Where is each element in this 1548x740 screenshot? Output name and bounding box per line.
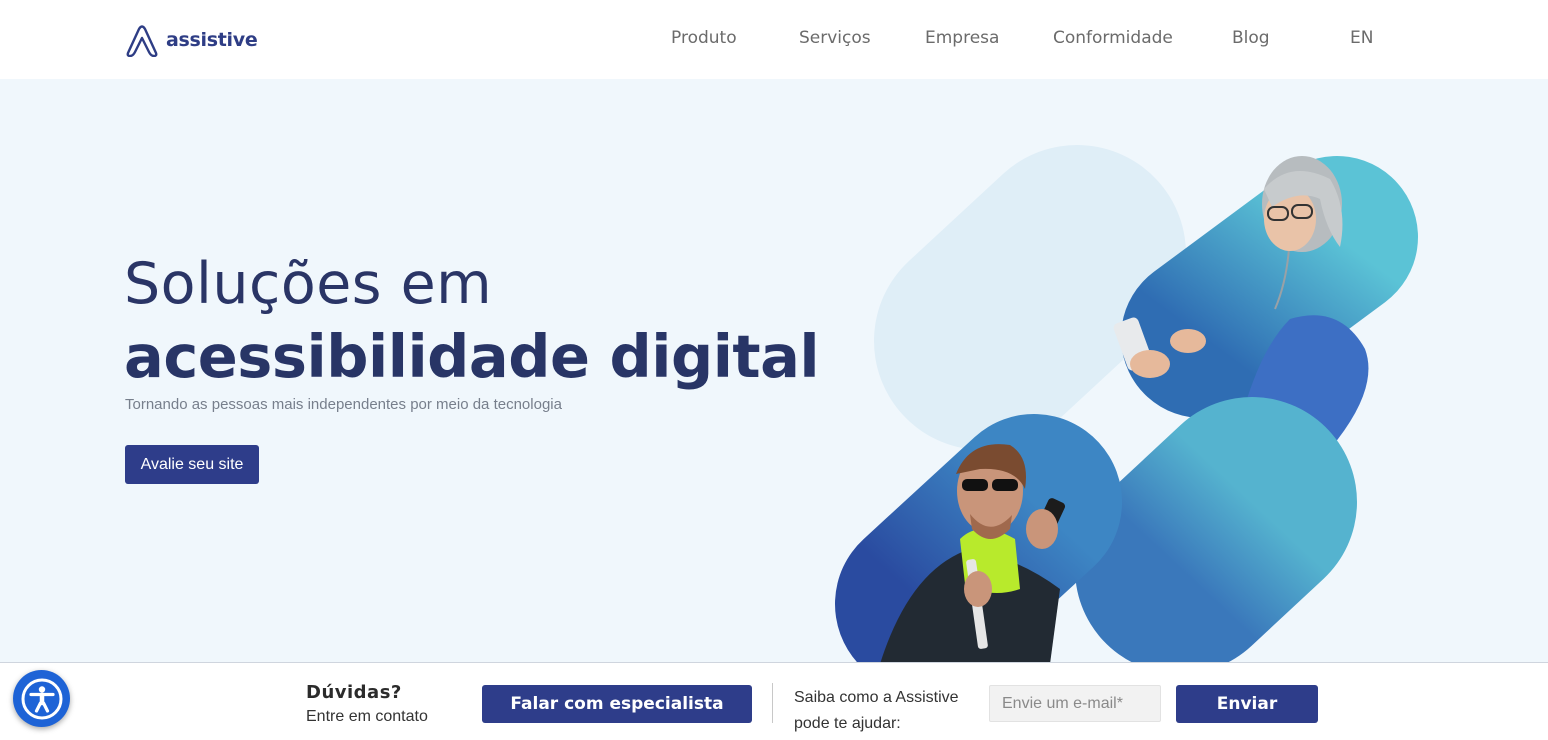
language-switch-en[interactable]: EN — [1350, 28, 1373, 48]
help-text: Saiba como a Assistive pode te ajudar: — [794, 685, 974, 737]
help-text-line-2: pode te ajudar: — [794, 715, 901, 732]
nav-item-produto[interactable]: Produto — [671, 28, 737, 48]
questions-title: Dúvidas? — [306, 682, 402, 703]
questions-subtitle: Entre em contato — [306, 708, 428, 725]
send-button[interactable]: Enviar — [1176, 685, 1318, 723]
nav-item-servicos[interactable]: Serviços — [799, 28, 871, 48]
site-header: assistive Produto Serviços Empresa Confo… — [0, 0, 1548, 79]
accessibility-person-icon — [21, 678, 62, 719]
email-input[interactable] — [989, 685, 1161, 722]
talk-to-specialist-button[interactable]: Falar com especialista — [482, 685, 752, 723]
nav-item-empresa[interactable]: Empresa — [925, 28, 999, 48]
main-nav: Produto Serviços Empresa Conformidade Bl… — [0, 28, 1548, 52]
hero-subtitle: Tornando as pessoas mais independentes p… — [125, 396, 562, 413]
evaluate-site-button[interactable]: Avalie seu site — [125, 445, 259, 484]
help-text-line-1: Saiba como a Assistive — [794, 689, 959, 706]
pale-capsule-shape — [874, 145, 1186, 450]
nav-item-conformidade[interactable]: Conformidade — [1053, 28, 1173, 48]
hero-illustration — [835, 145, 1418, 663]
accessibility-widget-button[interactable] — [13, 670, 70, 727]
hero-title-bold: acessibilidade digital — [124, 322, 820, 391]
vertical-divider — [772, 683, 773, 723]
contact-bar: Dúvidas? Entre em contato Falar com espe… — [0, 662, 1548, 740]
hero-section: Soluções em acessibilidade digital Torna… — [0, 79, 1548, 663]
nav-item-blog[interactable]: Blog — [1232, 28, 1270, 48]
hero-title-light: Soluções em — [124, 251, 493, 317]
right-capsule-shape — [1075, 397, 1357, 663]
